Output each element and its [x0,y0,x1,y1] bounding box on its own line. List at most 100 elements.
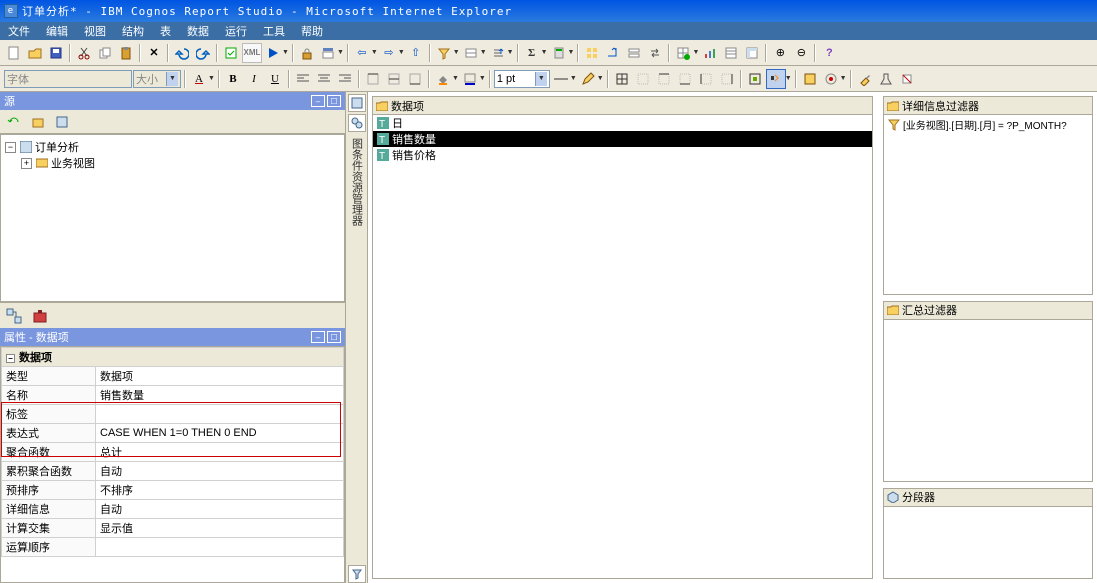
page-explorer-icon[interactable] [348,94,366,112]
dropdown-arrow-icon[interactable]: ▼ [208,75,215,82]
props-group-header[interactable]: −数据项 [2,348,344,367]
props-val[interactable]: 总计 [96,443,344,462]
dropdown-arrow-icon[interactable]: ▼ [570,75,577,82]
help-icon[interactable]: ? [819,43,839,63]
dropdown-arrow-icon[interactable]: ▼ [840,75,847,82]
run-icon[interactable] [263,43,283,63]
summarize-icon[interactable]: Σ [522,43,542,63]
new-icon[interactable] [4,43,24,63]
delete-icon[interactable]: ✕ [144,43,164,63]
tab-toolbox-icon[interactable] [30,306,50,326]
cut-icon[interactable] [74,43,94,63]
fit-icon[interactable] [766,69,786,89]
border-bottom-icon[interactable] [675,69,695,89]
brush-icon[interactable] [855,69,875,89]
chevron-down-icon[interactable]: ▼ [535,72,547,86]
source-tree[interactable]: − 订单分析 + 业务视图 [1,135,344,175]
font-combo[interactable]: ▼ [4,70,132,88]
align-right-icon[interactable] [335,69,355,89]
align-left-icon[interactable] [293,69,313,89]
props-val[interactable] [96,538,344,557]
dropdown-arrow-icon[interactable]: ▼ [785,75,792,82]
lock-icon[interactable] [297,43,317,63]
dropdown-arrow-icon[interactable]: ▼ [480,49,487,56]
dropdown-arrow-icon[interactable]: ▼ [692,49,699,56]
props-key[interactable]: 累积聚合函数 [2,462,96,481]
data-item-row-selected[interactable]: T 销售数量 [373,131,872,147]
reset-icon[interactable] [897,69,917,89]
condition-explorer-icon[interactable] [348,565,366,583]
dropdown-arrow-icon[interactable]: ▼ [337,49,344,56]
copy-icon[interactable] [95,43,115,63]
view-icon[interactable] [52,112,72,132]
dropdown-arrow-icon[interactable]: ▼ [568,49,575,56]
close-icon[interactable]: ☐ [327,95,341,107]
pen-icon[interactable] [578,69,598,89]
props-key[interactable]: 标签 [2,405,96,424]
italic-icon[interactable]: I [244,69,264,89]
padding-icon[interactable] [745,69,765,89]
dropdown-arrow-icon[interactable]: ▼ [597,75,604,82]
props-key[interactable]: 名称 [2,386,96,405]
menu-data[interactable]: 数据 [183,23,213,39]
save-icon[interactable] [46,43,66,63]
props-val[interactable] [96,405,344,424]
chevron-down-icon[interactable]: ▼ [166,72,178,86]
menu-file[interactable]: 文件 [4,23,34,39]
sort-icon[interactable] [488,43,508,63]
calc-icon[interactable] [549,43,569,63]
dropdown-arrow-icon[interactable]: ▼ [507,49,514,56]
tab-source-icon[interactable] [4,306,24,326]
props-key[interactable]: 详细信息 [2,500,96,519]
query-explorer-icon[interactable] [348,114,366,132]
section-icon[interactable] [624,43,644,63]
valign-top-icon[interactable] [363,69,383,89]
props-key[interactable]: 计算交集 [2,519,96,538]
menu-view[interactable]: 视图 [80,23,110,39]
expand-icon[interactable]: + [21,158,32,169]
xml-icon[interactable]: XML [242,43,262,63]
font-color-icon[interactable]: A [189,69,209,89]
menu-structure[interactable]: 结构 [118,23,148,39]
filter-expression[interactable]: [业务视图].[日期].[月] = ?P_MONTH? [903,117,1067,132]
border-top-icon[interactable] [654,69,674,89]
drill-icon[interactable]: ⊕ [770,43,790,63]
menu-help[interactable]: 帮助 [297,23,327,39]
list-icon[interactable] [721,43,741,63]
align-center-icon[interactable] [314,69,334,89]
properties-table[interactable]: −数据项 类型数据项 名称销售数量 标签 表达式CASE WHEN 1=0 TH… [1,347,344,557]
collapse-icon[interactable]: − [5,142,16,153]
redo-icon[interactable] [193,43,213,63]
minimize-icon[interactable]: – [311,95,325,107]
chart-icon[interactable] [700,43,720,63]
props-val[interactable]: 销售数量 [96,386,344,405]
props-val[interactable]: 数据项 [96,367,344,386]
props-key[interactable]: 聚合函数 [2,443,96,462]
data-item-row[interactable]: T 销售价格 [373,147,872,163]
lineweight-input[interactable] [497,72,533,86]
swap-icon[interactable] [645,43,665,63]
props-key[interactable]: 运算顺序 [2,538,96,557]
props-key[interactable]: 类型 [2,367,96,386]
dropdown-arrow-icon[interactable]: ▼ [453,49,460,56]
open-icon[interactable] [25,43,45,63]
props-val[interactable]: 显示值 [96,519,344,538]
props-val[interactable]: 自动 [96,462,344,481]
valign-bottom-icon[interactable] [405,69,425,89]
data-item-row[interactable]: T 日 [373,115,872,131]
undo-icon[interactable] [172,43,192,63]
underline-icon[interactable]: U [265,69,285,89]
props-val[interactable]: CASE WHEN 1=0 THEN 0 END [96,424,344,443]
insert-table-icon[interactable] [673,43,693,63]
cond-style-icon[interactable] [821,69,841,89]
dropdown-arrow-icon[interactable]: ▼ [452,75,459,82]
dropdown-arrow-icon[interactable]: ▼ [282,49,289,56]
refresh-icon[interactable] [4,112,24,132]
close-icon[interactable]: ☐ [327,331,341,343]
lineweight-combo[interactable]: ▼ [494,70,550,88]
suppress-icon[interactable] [461,43,481,63]
border-all-icon[interactable] [612,69,632,89]
tree-root[interactable]: − 订单分析 [5,139,340,155]
border-none-icon[interactable] [633,69,653,89]
border-color-icon[interactable] [460,69,480,89]
